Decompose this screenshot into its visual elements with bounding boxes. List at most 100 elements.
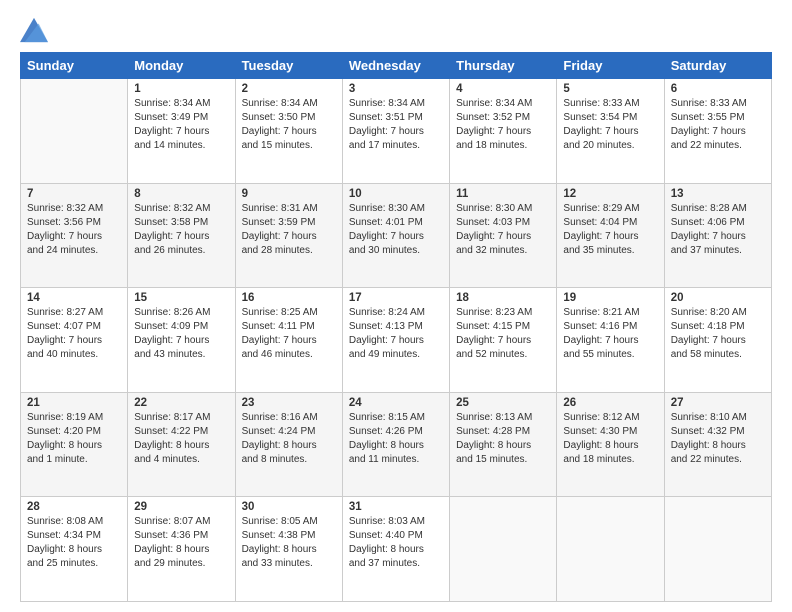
day-info: Sunrise: 8:33 AM Sunset: 3:54 PM Dayligh…	[563, 97, 657, 153]
calendar-cell: 17Sunrise: 8:24 AM Sunset: 4:13 PM Dayli…	[342, 288, 449, 393]
calendar-cell: 20 Sunrise: 8:20 AM Sunset: 4:18 PM Dayli…	[664, 288, 771, 393]
day-info: Sunrise: 8:34 AM Sunset: 3:50 PM Dayligh…	[242, 97, 336, 153]
day-number: 7	[27, 188, 121, 200]
calendar-week-row: 21 Sunrise: 8:19 AM Sunset: 4:20 PM Dayli…	[21, 392, 772, 497]
page: SundayMondayTuesdayWednesdayThursdayFrid…	[0, 0, 792, 612]
day-number: 28	[27, 501, 121, 513]
day-number: 13	[671, 188, 765, 200]
calendar-header-tuesday: Tuesday	[235, 53, 342, 79]
calendar-cell	[450, 497, 557, 602]
calendar-cell: 15 Sunrise: 8:26 AM Sunset: 4:09 PM Dayli…	[128, 288, 235, 393]
calendar-cell: 11Sunrise: 8:30 AM Sunset: 4:03 PM Dayli…	[450, 183, 557, 288]
calendar-cell: 21 Sunrise: 8:19 AM Sunset: 4:20 PM Dayli…	[21, 392, 128, 497]
calendar-cell: 19 Sunrise: 8:21 AM Sunset: 4:16 PM Dayli…	[557, 288, 664, 393]
calendar-cell: 13 Sunrise: 8:28 AM Sunset: 4:06 PM Dayli…	[664, 183, 771, 288]
calendar-cell: 31 Sunrise: 8:03 AM Sunset: 4:40 PM Dayli…	[342, 497, 449, 602]
day-info: Sunrise: 8:21 AM Sunset: 4:16 PM Dayligh…	[563, 306, 657, 362]
day-number: 20	[671, 292, 765, 304]
day-info: Sunrise: 8:15 AM Sunset: 4:26 PM Dayligh…	[349, 411, 443, 467]
calendar-cell: 30Sunrise: 8:05 AM Sunset: 4:38 PM Dayli…	[235, 497, 342, 602]
calendar-header-saturday: Saturday	[664, 53, 771, 79]
day-number: 2	[242, 83, 336, 95]
day-number: 15	[134, 292, 228, 304]
day-number: 12	[563, 188, 657, 200]
calendar-cell: 12 Sunrise: 8:29 AM Sunset: 4:04 PM Dayli…	[557, 183, 664, 288]
day-number: 8	[134, 188, 228, 200]
calendar-week-row: 28 Sunrise: 8:08 AM Sunset: 4:34 PM Dayli…	[21, 497, 772, 602]
day-info: Sunrise: 8:03 AM Sunset: 4:40 PM Dayligh…	[349, 515, 443, 571]
day-info: Sunrise: 8:13 AM Sunset: 4:28 PM Dayligh…	[456, 411, 550, 467]
calendar-cell	[557, 497, 664, 602]
day-info: Sunrise: 8:10 AM Sunset: 4:32 PM Dayligh…	[671, 411, 765, 467]
calendar-cell: 4Sunrise: 8:34 AM Sunset: 3:52 PM Daylig…	[450, 79, 557, 184]
day-number: 22	[134, 397, 228, 409]
day-info: Sunrise: 8:07 AM Sunset: 4:36 PM Dayligh…	[134, 515, 228, 571]
day-info: Sunrise: 8:32 AM Sunset: 3:56 PM Dayligh…	[27, 202, 121, 258]
day-number: 6	[671, 83, 765, 95]
day-number: 21	[27, 397, 121, 409]
calendar-cell: 10 Sunrise: 8:30 AM Sunset: 4:01 PM Dayli…	[342, 183, 449, 288]
day-number: 17	[349, 292, 443, 304]
day-info: Sunrise: 8:20 AM Sunset: 4:18 PM Dayligh…	[671, 306, 765, 362]
day-info: Sunrise: 8:12 AM Sunset: 4:30 PM Dayligh…	[563, 411, 657, 467]
header	[20, 16, 772, 44]
calendar-week-row: 14 Sunrise: 8:27 AM Sunset: 4:07 PM Dayli…	[21, 288, 772, 393]
calendar-cell: 14 Sunrise: 8:27 AM Sunset: 4:07 PM Dayli…	[21, 288, 128, 393]
calendar-cell: 29 Sunrise: 8:07 AM Sunset: 4:36 PM Dayli…	[128, 497, 235, 602]
logo-icon	[20, 16, 48, 44]
day-number: 23	[242, 397, 336, 409]
day-info: Sunrise: 8:31 AM Sunset: 3:59 PM Dayligh…	[242, 202, 336, 258]
day-info: Sunrise: 8:28 AM Sunset: 4:06 PM Dayligh…	[671, 202, 765, 258]
calendar-cell: 1Sunrise: 8:34 AM Sunset: 3:49 PM Daylig…	[128, 79, 235, 184]
day-info: Sunrise: 8:34 AM Sunset: 3:49 PM Dayligh…	[134, 97, 228, 153]
calendar-cell: 16Sunrise: 8:25 AM Sunset: 4:11 PM Dayli…	[235, 288, 342, 393]
calendar-cell	[21, 79, 128, 184]
day-number: 19	[563, 292, 657, 304]
day-number: 29	[134, 501, 228, 513]
calendar-cell: 2 Sunrise: 8:34 AM Sunset: 3:50 PM Daylig…	[235, 79, 342, 184]
day-info: Sunrise: 8:08 AM Sunset: 4:34 PM Dayligh…	[27, 515, 121, 571]
day-number: 14	[27, 292, 121, 304]
calendar-header-friday: Friday	[557, 53, 664, 79]
day-number: 27	[671, 397, 765, 409]
calendar-cell: 25Sunrise: 8:13 AM Sunset: 4:28 PM Dayli…	[450, 392, 557, 497]
calendar-cell	[664, 497, 771, 602]
day-info: Sunrise: 8:30 AM Sunset: 4:01 PM Dayligh…	[349, 202, 443, 258]
day-number: 3	[349, 83, 443, 95]
day-info: Sunrise: 8:23 AM Sunset: 4:15 PM Dayligh…	[456, 306, 550, 362]
calendar-cell: 6 Sunrise: 8:33 AM Sunset: 3:55 PM Daylig…	[664, 79, 771, 184]
calendar-header-sunday: Sunday	[21, 53, 128, 79]
calendar-cell: 5Sunrise: 8:33 AM Sunset: 3:54 PM Daylig…	[557, 79, 664, 184]
calendar-table: SundayMondayTuesdayWednesdayThursdayFrid…	[20, 52, 772, 602]
calendar-cell: 9 Sunrise: 8:31 AM Sunset: 3:59 PM Daylig…	[235, 183, 342, 288]
calendar-cell: 3Sunrise: 8:34 AM Sunset: 3:51 PM Daylig…	[342, 79, 449, 184]
day-number: 26	[563, 397, 657, 409]
day-info: Sunrise: 8:17 AM Sunset: 4:22 PM Dayligh…	[134, 411, 228, 467]
calendar-cell: 23 Sunrise: 8:16 AM Sunset: 4:24 PM Dayli…	[235, 392, 342, 497]
day-info: Sunrise: 8:19 AM Sunset: 4:20 PM Dayligh…	[27, 411, 121, 467]
logo	[20, 16, 54, 44]
calendar-cell: 7 Sunrise: 8:32 AM Sunset: 3:56 PM Daylig…	[21, 183, 128, 288]
calendar-week-row: 7 Sunrise: 8:32 AM Sunset: 3:56 PM Daylig…	[21, 183, 772, 288]
calendar-week-row: 1Sunrise: 8:34 AM Sunset: 3:49 PM Daylig…	[21, 79, 772, 184]
day-number: 9	[242, 188, 336, 200]
calendar-cell: 18 Sunrise: 8:23 AM Sunset: 4:15 PM Dayli…	[450, 288, 557, 393]
day-info: Sunrise: 8:29 AM Sunset: 4:04 PM Dayligh…	[563, 202, 657, 258]
day-info: Sunrise: 8:34 AM Sunset: 3:52 PM Dayligh…	[456, 97, 550, 153]
calendar-cell: 22 Sunrise: 8:17 AM Sunset: 4:22 PM Dayli…	[128, 392, 235, 497]
day-info: Sunrise: 8:27 AM Sunset: 4:07 PM Dayligh…	[27, 306, 121, 362]
day-info: Sunrise: 8:26 AM Sunset: 4:09 PM Dayligh…	[134, 306, 228, 362]
day-number: 10	[349, 188, 443, 200]
day-number: 18	[456, 292, 550, 304]
day-info: Sunrise: 8:16 AM Sunset: 4:24 PM Dayligh…	[242, 411, 336, 467]
day-number: 31	[349, 501, 443, 513]
day-number: 11	[456, 188, 550, 200]
day-info: Sunrise: 8:33 AM Sunset: 3:55 PM Dayligh…	[671, 97, 765, 153]
calendar-cell: 24 Sunrise: 8:15 AM Sunset: 4:26 PM Dayli…	[342, 392, 449, 497]
calendar-cell: 28 Sunrise: 8:08 AM Sunset: 4:34 PM Dayli…	[21, 497, 128, 602]
day-info: Sunrise: 8:32 AM Sunset: 3:58 PM Dayligh…	[134, 202, 228, 258]
calendar-header-wednesday: Wednesday	[342, 53, 449, 79]
calendar-header-row: SundayMondayTuesdayWednesdayThursdayFrid…	[21, 53, 772, 79]
day-number: 24	[349, 397, 443, 409]
day-info: Sunrise: 8:05 AM Sunset: 4:38 PM Dayligh…	[242, 515, 336, 571]
